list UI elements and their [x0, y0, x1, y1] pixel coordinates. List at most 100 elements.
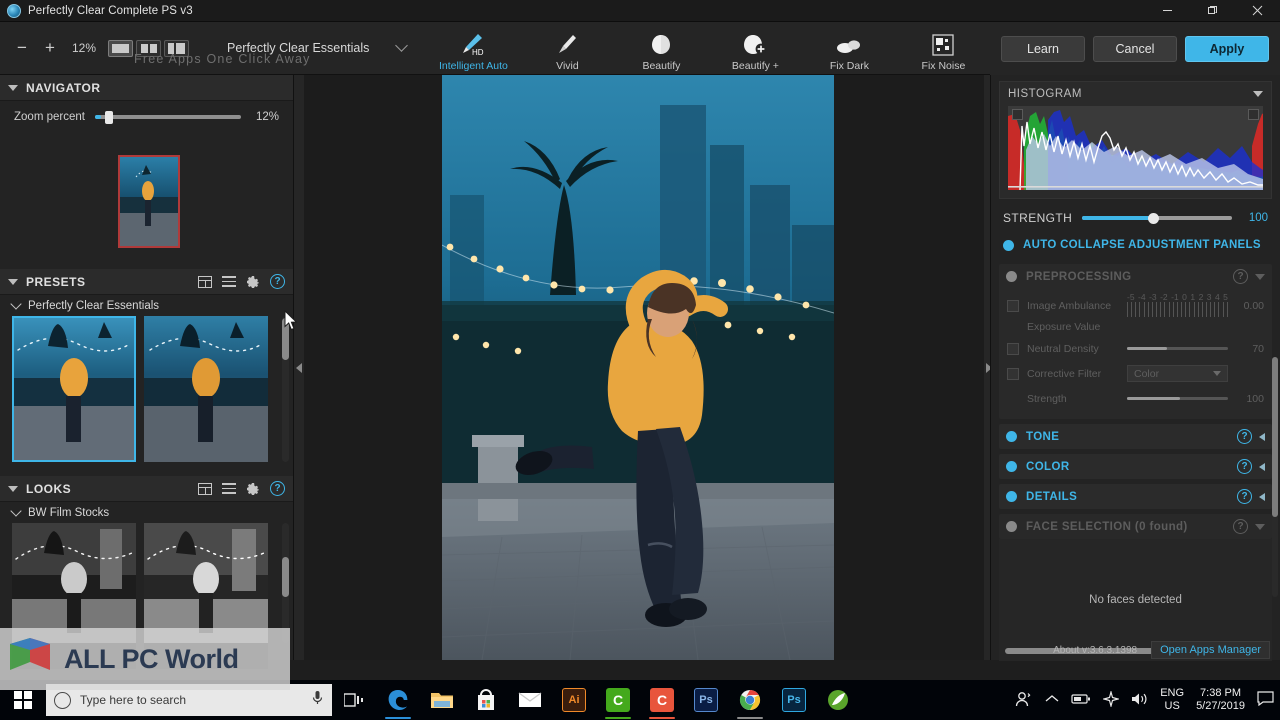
- navigator-thumbnail[interactable]: [118, 155, 180, 248]
- presets-scrollbar[interactable]: [282, 316, 289, 462]
- zoom-percent-slider[interactable]: [94, 110, 241, 124]
- image-ambulance-checkbox[interactable]: [1007, 299, 1019, 312]
- grid-view-icon[interactable]: [198, 482, 212, 495]
- view-mode-single-button[interactable]: [108, 39, 133, 57]
- help-icon[interactable]: ?: [270, 274, 285, 289]
- tone-header[interactable]: TONE ?: [999, 424, 1272, 449]
- photoshop-icon[interactable]: Ps: [684, 680, 728, 720]
- tool-fix-noise[interactable]: Fix Noise: [896, 22, 990, 75]
- details-header[interactable]: DETAILS ?: [999, 484, 1272, 509]
- help-icon[interactable]: ?: [1237, 459, 1252, 474]
- strength-slider-handle[interactable]: [1148, 212, 1160, 224]
- expand-triangle-icon[interactable]: [1259, 492, 1265, 501]
- help-icon[interactable]: ?: [1237, 429, 1252, 444]
- tool-beautify[interactable]: Beautify: [614, 22, 708, 75]
- section-color[interactable]: COLOR ?: [999, 454, 1272, 479]
- battery-icon[interactable]: [1071, 693, 1091, 708]
- corrective-filter-dropdown[interactable]: Color: [1127, 365, 1228, 382]
- zoom-out-button[interactable]: −: [8, 34, 36, 62]
- close-button[interactable]: [1235, 0, 1280, 22]
- green-leaf-app-icon[interactable]: [816, 680, 860, 720]
- toggle-dot-icon[interactable]: [1006, 271, 1017, 282]
- looks-scrollbar[interactable]: [282, 523, 289, 643]
- tool-intelligent-auto[interactable]: HD Intelligent Auto: [426, 22, 520, 75]
- highlight-clipping-toggle[interactable]: [1248, 109, 1259, 120]
- corrective-filter-checkbox[interactable]: [1007, 367, 1019, 380]
- people-icon[interactable]: [1015, 691, 1033, 710]
- auto-collapse-toggle[interactable]: AUTO COLLAPSE ADJUSTMENT PANELS: [991, 235, 1280, 259]
- help-icon[interactable]: ?: [270, 481, 285, 496]
- photoshop-alt-icon[interactable]: Ps: [772, 680, 816, 720]
- chrome-icon[interactable]: [728, 680, 772, 720]
- help-icon[interactable]: ?: [1237, 489, 1252, 504]
- notification-icon[interactable]: [1257, 691, 1274, 709]
- neutral-density-checkbox[interactable]: [1007, 342, 1019, 355]
- tool-beautify-plus[interactable]: Beautify +: [708, 22, 802, 75]
- restore-button[interactable]: [1190, 0, 1235, 22]
- minimize-button[interactable]: [1145, 0, 1190, 22]
- section-details[interactable]: DETAILS ?: [999, 484, 1272, 509]
- looks-group-row[interactable]: BW Film Stocks: [0, 502, 293, 523]
- airplane-mode-icon[interactable]: [1101, 689, 1121, 710]
- filter-strength-slider[interactable]: [1127, 397, 1228, 400]
- preprocessing-header[interactable]: PREPROCESSING ?: [999, 264, 1272, 289]
- orange-c-app-icon[interactable]: C: [640, 680, 684, 720]
- list-view-icon[interactable]: [222, 483, 236, 494]
- presets-header[interactable]: PRESETS ?: [0, 269, 293, 295]
- exposure-ruler[interactable]: -5 -4 -3 -2 -1 0 1 2 3 4 5: [1127, 292, 1228, 319]
- edited-photo[interactable]: [442, 75, 834, 660]
- collapse-triangle-icon[interactable]: [1255, 273, 1265, 280]
- apply-button[interactable]: Apply: [1185, 35, 1269, 62]
- gear-icon[interactable]: [246, 275, 260, 289]
- language-indicator[interactable]: ENG US: [1160, 687, 1184, 713]
- tool-vivid[interactable]: Vivid: [520, 22, 614, 75]
- looks-header[interactable]: LOOKS ?: [0, 476, 293, 502]
- collapse-triangle-icon[interactable]: [1255, 523, 1265, 530]
- strength-slider[interactable]: [1082, 212, 1232, 224]
- right-panel-scrollbar[interactable]: [1272, 357, 1278, 597]
- learn-button[interactable]: Learn: [1001, 35, 1085, 62]
- navigator-header[interactable]: NAVIGATOR: [0, 75, 293, 101]
- toggle-dot-icon[interactable]: [1006, 461, 1017, 472]
- tool-fix-dark[interactable]: Fix Dark: [802, 22, 896, 75]
- list-view-icon[interactable]: [222, 276, 236, 287]
- expand-triangle-icon[interactable]: [1259, 462, 1265, 471]
- toggle-dot-icon[interactable]: [1006, 491, 1017, 502]
- cancel-button[interactable]: Cancel: [1093, 35, 1177, 62]
- section-preprocessing[interactable]: PREPROCESSING ? Image Ambulance -5 -4 -3 -2…: [999, 264, 1272, 419]
- task-view-icon[interactable]: [332, 680, 376, 720]
- microphone-icon[interactable]: [311, 690, 324, 710]
- histogram-header[interactable]: HISTOGRAM: [1000, 82, 1271, 106]
- illustrator-icon[interactable]: Ai: [552, 680, 596, 720]
- chevron-up-icon[interactable]: [1045, 694, 1059, 706]
- microsoft-store-icon[interactable]: [464, 680, 508, 720]
- zoom-slider-handle[interactable]: [104, 110, 113, 124]
- green-c-app-icon[interactable]: C: [596, 680, 640, 720]
- face-selection-header[interactable]: FACE SELECTION (0 found) ?: [999, 514, 1272, 539]
- image-canvas[interactable]: [294, 75, 994, 660]
- color-header[interactable]: COLOR ?: [999, 454, 1272, 479]
- clock[interactable]: 7:38 PM 5/27/2019: [1196, 687, 1245, 713]
- mail-icon[interactable]: [508, 680, 552, 720]
- section-face-selection[interactable]: FACE SELECTION (0 found) ?: [999, 514, 1272, 539]
- preset-thumbnail[interactable]: [12, 316, 136, 462]
- expand-triangle-icon[interactable]: [1259, 432, 1265, 441]
- preset-group-row[interactable]: Perfectly Clear Essentials: [0, 295, 293, 316]
- open-apps-manager-button[interactable]: Open Apps Manager: [1151, 641, 1270, 659]
- toggle-dot-icon[interactable]: [1006, 521, 1017, 532]
- zoom-in-button[interactable]: +: [36, 34, 64, 62]
- help-icon[interactable]: ?: [1233, 519, 1248, 534]
- volume-icon[interactable]: [1131, 692, 1148, 709]
- help-icon[interactable]: ?: [1233, 269, 1248, 284]
- edge-icon[interactable]: [376, 680, 420, 720]
- section-tone[interactable]: TONE ?: [999, 424, 1272, 449]
- neutral-density-slider[interactable]: [1127, 347, 1228, 350]
- collapse-left-panel-button[interactable]: [294, 75, 304, 660]
- toggle-dot-icon[interactable]: [1006, 431, 1017, 442]
- shadow-clipping-toggle[interactable]: [1012, 109, 1023, 120]
- grid-view-icon[interactable]: [198, 275, 212, 288]
- file-explorer-icon[interactable]: [420, 680, 464, 720]
- collapse-triangle-icon[interactable]: [1253, 91, 1263, 97]
- gear-icon[interactable]: [246, 482, 260, 496]
- preset-thumbnail[interactable]: [144, 316, 268, 462]
